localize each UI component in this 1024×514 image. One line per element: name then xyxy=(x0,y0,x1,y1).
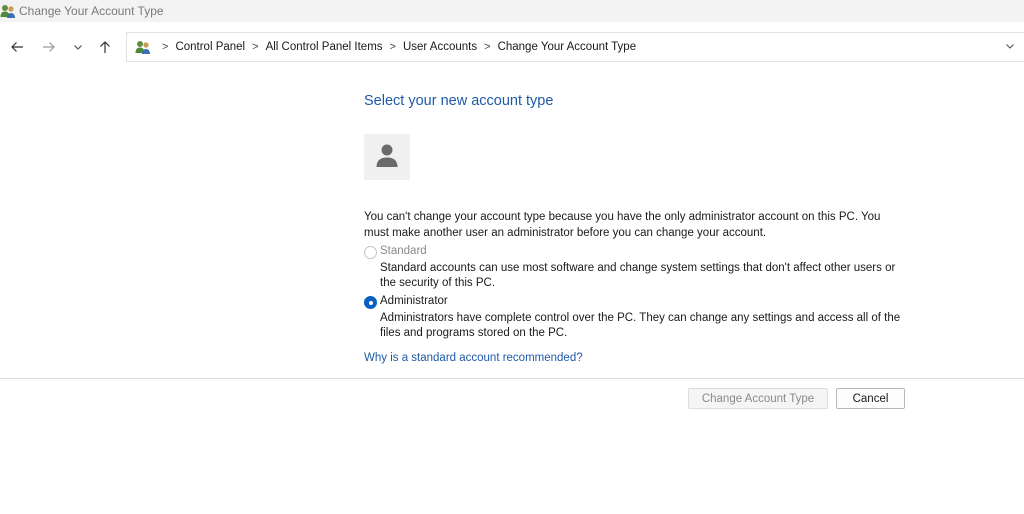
breadcrumb-separator: > xyxy=(162,41,169,53)
page-title: Select your new account type xyxy=(364,93,554,109)
arrow-right-icon xyxy=(42,40,56,54)
address-bar[interactable]: > Control Panel > All Control Panel Item… xyxy=(126,32,1024,62)
navigation-bar: > Control Panel > All Control Panel Item… xyxy=(0,22,1024,70)
arrow-up-icon xyxy=(98,40,112,54)
administrator-description: Administrators have complete control ove… xyxy=(380,312,901,339)
change-account-type-button[interactable]: Change Account Type xyxy=(688,388,828,409)
breadcrumb-separator: > xyxy=(484,41,491,53)
back-button[interactable] xyxy=(6,36,28,58)
breadcrumb-separator: > xyxy=(252,41,259,53)
breadcrumb-separator: > xyxy=(389,41,396,53)
why-standard-link[interactable]: Why is a standard account recommended? xyxy=(364,352,583,364)
administrator-radio[interactable] xyxy=(364,296,377,309)
notice-text: You can't change your account type becau… xyxy=(364,211,881,239)
breadcrumb-control-panel[interactable]: Control Panel xyxy=(175,41,245,53)
avatar xyxy=(364,134,410,180)
user-accounts-icon xyxy=(133,37,153,57)
breadcrumb: > Control Panel > All Control Panel Item… xyxy=(155,41,636,53)
user-accounts-icon xyxy=(0,3,16,19)
administrator-label: Administrator xyxy=(380,295,448,307)
standard-description: Standard accounts can use most software … xyxy=(380,262,896,289)
forward-button[interactable] xyxy=(38,36,60,58)
divider xyxy=(0,378,1024,379)
arrow-left-icon xyxy=(10,40,24,54)
recent-locations-button[interactable] xyxy=(67,36,89,58)
up-button[interactable] xyxy=(94,36,116,58)
breadcrumb-all-control-panel-items[interactable]: All Control Panel Items xyxy=(266,41,383,53)
address-dropdown-button[interactable] xyxy=(1002,39,1018,55)
standard-label: Standard xyxy=(380,245,427,257)
chevron-down-icon xyxy=(73,42,83,52)
user-avatar-icon xyxy=(375,142,399,173)
cancel-button[interactable]: Cancel xyxy=(836,388,905,409)
standard-radio[interactable] xyxy=(364,246,377,259)
main-content: Select your new account type You can't c… xyxy=(0,70,1024,514)
chevron-down-icon xyxy=(1005,38,1015,56)
breadcrumb-change-account-type[interactable]: Change Your Account Type xyxy=(498,41,637,53)
title-bar: Change Your Account Type xyxy=(0,0,1024,22)
window-title: Change Your Account Type xyxy=(19,4,164,18)
breadcrumb-user-accounts[interactable]: User Accounts xyxy=(403,41,477,53)
